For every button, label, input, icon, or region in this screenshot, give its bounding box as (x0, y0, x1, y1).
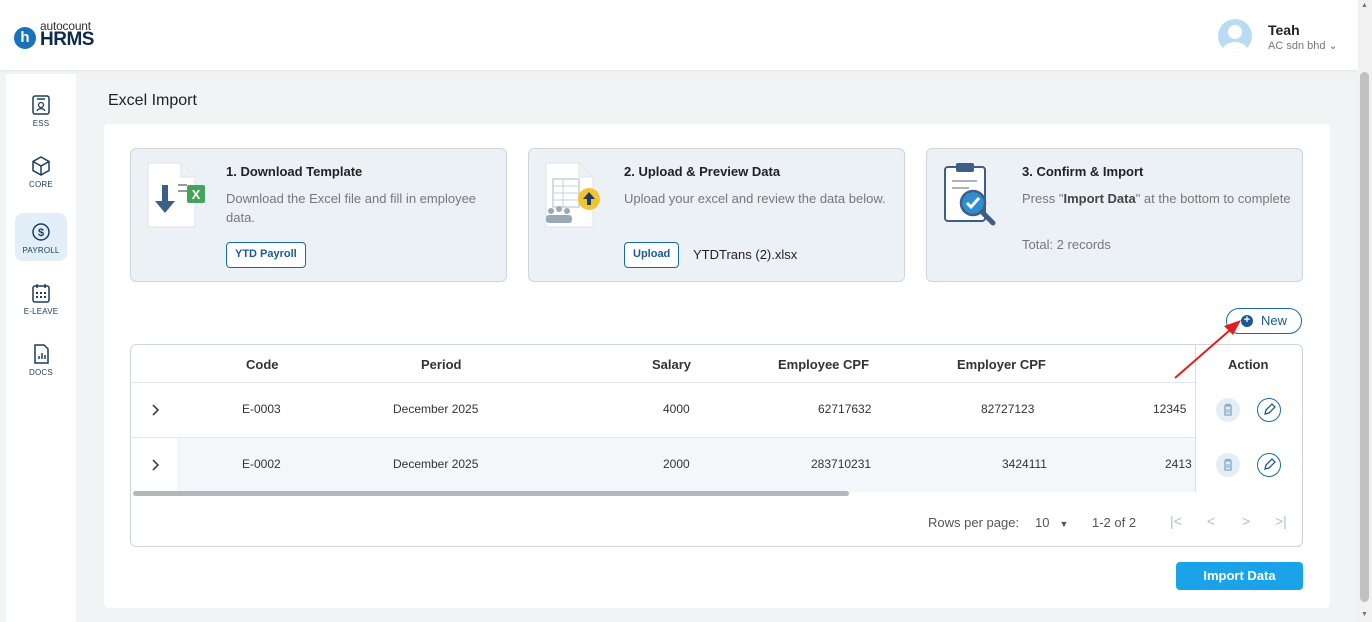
id-card-icon (32, 95, 50, 115)
step-title: 1. Download Template (226, 164, 363, 179)
sidebar-item-label: E-LEAVE (23, 307, 59, 316)
cell-salary: 4000 (663, 402, 690, 416)
svg-text:$: $ (38, 227, 44, 239)
sidebar-item-ess[interactable]: ESS (15, 86, 67, 134)
delete-button[interactable] (1216, 398, 1240, 422)
cell-employee-cpf: 283710231 (811, 457, 872, 471)
sidebar-item-docs[interactable]: DOCS (15, 335, 67, 383)
chevron-down-icon: ⌄ (1328, 40, 1338, 52)
logo-icon: h (14, 27, 36, 49)
last-page-icon[interactable]: >| (1275, 513, 1287, 529)
chevron-right-icon (152, 404, 159, 416)
trash-icon (1224, 403, 1232, 416)
page-title: Excel Import (108, 92, 197, 109)
step-confirm-import: 3. Confirm & Import Press "Import Data" … (926, 148, 1303, 282)
delete-button[interactable] (1216, 453, 1240, 477)
calendar-icon (32, 284, 50, 303)
total-records: Total: 2 records (1022, 237, 1111, 252)
first-page-icon[interactable]: |< (1170, 513, 1182, 529)
dollar-icon: $ (32, 223, 50, 241)
chevron-right-icon (152, 459, 159, 471)
sidebar-item-payroll[interactable]: $ PAYROLL (15, 213, 67, 261)
cell-extra: 2413 (1165, 457, 1192, 471)
sidebar-item-eleave[interactable]: E-LEAVE (15, 274, 67, 322)
uploaded-file-name: YTDTrans (2).xlsx (693, 247, 798, 262)
row-expander[interactable] (131, 383, 177, 437)
scroll-up-icon[interactable]: ▲ (1361, 2, 1368, 9)
step-description: Download the Excel file and fill in empl… (226, 191, 477, 225)
pencil-icon (1263, 403, 1276, 415)
action-column (1196, 382, 1302, 492)
cell-code: E-0003 (242, 402, 281, 416)
col-header-period[interactable]: Period (421, 357, 461, 372)
avatar[interactable] (1218, 19, 1252, 53)
step-upload-preview: 2. Upload & Preview Data Upload your exc… (528, 148, 905, 282)
rows-per-page-label: Rows per page: (928, 515, 1020, 530)
sidebar-item-label: CORE (29, 180, 53, 189)
edit-button[interactable] (1257, 398, 1281, 422)
pencil-icon (1263, 458, 1276, 470)
cell-employee-cpf: 62717632 (818, 402, 872, 416)
sidebar-item-label: PAYROLL (22, 246, 60, 255)
document-chart-icon (34, 344, 49, 364)
upload-icon (545, 162, 600, 228)
rows-per-page-value: 10 (1035, 515, 1050, 530)
cell-employer-cpf: 82727123 (981, 402, 1035, 416)
step-download-template: X 1. Download Template Download the Exce… (130, 148, 507, 282)
table-row[interactable]: E-0003 December 2025 4000 62717632 82727… (131, 382, 1302, 437)
cell-employer-cpf: 3424111 (1002, 457, 1047, 471)
rows-per-page-select[interactable]: 10 ▼ (1035, 515, 1068, 530)
cell-salary: 2000 (663, 457, 690, 471)
step-title: 2. Upload & Preview Data (624, 164, 781, 179)
sidebar-item-label: ESS (32, 119, 50, 128)
edit-button[interactable] (1257, 453, 1281, 477)
col-header-action: Action (1228, 357, 1269, 372)
trash-icon (1224, 458, 1232, 471)
desc-part: Press " (1022, 191, 1064, 206)
cell-extra: 12345 (1153, 402, 1187, 416)
clipboard-check-icon (944, 163, 996, 226)
step-description: Press "Import Data" at the bottom to com… (1022, 189, 1294, 208)
company-selector[interactable]: AC sdn bhd ⌄ (1268, 39, 1338, 52)
action-column-divider (1195, 345, 1196, 492)
pagination-range: 1-2 of 2 (1092, 515, 1137, 530)
import-data-button[interactable]: Import Data (1176, 562, 1303, 590)
col-header-salary[interactable]: Salary (652, 357, 691, 372)
sidebar-item-core[interactable]: CORE (15, 147, 67, 195)
col-header-code[interactable]: Code (246, 357, 279, 372)
col-header-employee-cpf[interactable]: Employee CPF (778, 357, 869, 372)
page-scrollbar-thumb[interactable] (1360, 72, 1369, 602)
desc-part: " at the bottom to complete (1135, 191, 1291, 206)
cell-code: E-0002 (242, 457, 281, 471)
logo-text: HRMS (40, 29, 94, 50)
next-page-icon[interactable]: > (1242, 513, 1250, 529)
col-header-employer-cpf[interactable]: Employer CPF (957, 357, 1046, 372)
cube-icon (32, 156, 50, 176)
cell-period: December 2025 (393, 457, 479, 471)
company-name: AC sdn bhd (1268, 40, 1326, 52)
excel-download-icon: X (147, 162, 205, 228)
top-header: h autocount HRMS Teah AC sdn bhd ⌄ (0, 0, 1358, 70)
records-table: Code Period Salary Employee CPF Employer… (130, 344, 1303, 547)
import-data-mention: Import Data (1063, 191, 1136, 206)
user-name[interactable]: Teah (1268, 22, 1300, 38)
new-button-label: New (1261, 313, 1288, 328)
table-horizontal-scrollbar[interactable] (133, 491, 849, 496)
cell-period: December 2025 (393, 402, 479, 416)
svg-text:X: X (192, 187, 201, 202)
sidebar: ESS CORE $ PAYROLL E-LEAVE DOCS (6, 74, 76, 622)
ytd-payroll-button[interactable]: YTD Payroll (226, 242, 306, 268)
caret-down-icon: ▼ (1059, 519, 1069, 529)
row-expander[interactable] (131, 438, 177, 492)
prev-page-icon[interactable]: < (1207, 513, 1215, 529)
table-row[interactable]: E-0002 December 2025 2000 283710231 3424… (131, 437, 1302, 492)
upload-button[interactable]: Upload (624, 242, 680, 268)
new-button[interactable]: + New (1226, 308, 1302, 334)
scroll-down-icon[interactable]: ▼ (1361, 611, 1368, 618)
step-title: 3. Confirm & Import (1022, 164, 1144, 179)
sidebar-item-label: DOCS (29, 368, 53, 377)
plus-circle-icon: + (1241, 315, 1253, 327)
step-description: Upload your excel and review the data be… (624, 191, 886, 206)
